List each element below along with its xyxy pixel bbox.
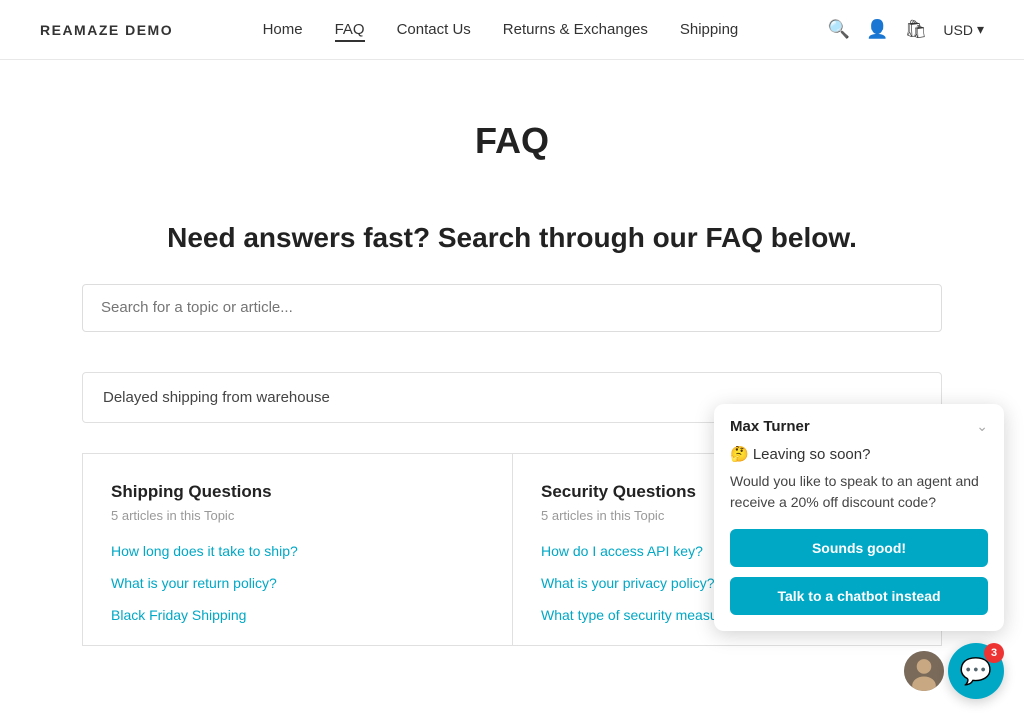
shipping-link-0[interactable]: How long does it take to ship? (111, 543, 298, 559)
chat-chatbot-button[interactable]: Talk to a chatbot instead (730, 577, 988, 615)
chat-popup: Max Turner ⌄ 🤔 Leaving so soon? Would yo… (714, 404, 1004, 631)
nav-contact[interactable]: Contact Us (397, 21, 471, 38)
nav-faq[interactable]: FAQ (335, 21, 365, 42)
shipping-topic-card: Shipping Questions 5 articles in this To… (82, 453, 512, 646)
faq-subtitle: Need answers fast? Search through our FA… (82, 222, 942, 254)
search-icon[interactable]: 🔍 (828, 19, 850, 40)
chat-message: Would you like to speak to an agent and … (730, 471, 988, 513)
chat-agent-name: Max Turner (730, 418, 810, 435)
chat-collapse-icon[interactable]: ⌄ (976, 418, 988, 435)
currency-selector[interactable]: USD ▾ (943, 21, 984, 38)
nav-links: Home FAQ Contact Us Returns & Exchanges … (263, 21, 739, 39)
page-title: FAQ (82, 120, 942, 162)
chat-fab-button[interactable]: 💬 3 (948, 643, 1004, 699)
nav-shipping[interactable]: Shipping (680, 21, 738, 38)
shipping-link-1[interactable]: What is your return policy? (111, 575, 277, 591)
shipping-topic-count: 5 articles in this Topic (111, 508, 484, 523)
search-wrapper (82, 284, 942, 332)
search-input[interactable] (101, 299, 923, 316)
nav-home[interactable]: Home (263, 21, 303, 38)
chat-leaving-text: 🤔 Leaving so soon? (730, 445, 988, 463)
chevron-down-icon: ▾ (977, 21, 984, 38)
nav-returns[interactable]: Returns & Exchanges (503, 21, 648, 38)
chat-notification-badge: 3 (984, 643, 1004, 663)
security-link-0[interactable]: How do I access API key? (541, 543, 703, 559)
shipping-link-2[interactable]: Black Friday Shipping (111, 607, 246, 623)
person-icon[interactable]: 👤 (866, 19, 888, 40)
chat-sounds-good-button[interactable]: Sounds good! (730, 529, 988, 567)
cart-icon[interactable]: 🛍 (905, 19, 928, 40)
brand-logo: REAMAZE DEMO (40, 22, 173, 38)
chat-widget: Max Turner ⌄ 🤔 Leaving so soon? Would yo… (714, 404, 1004, 699)
shipping-topic-links: How long does it take to ship? What is y… (111, 543, 484, 625)
chat-popup-body: 🤔 Leaving so soon? Would you like to spe… (714, 445, 1004, 631)
shipping-topic-title: Shipping Questions (111, 482, 484, 502)
navbar: REAMAZE DEMO Home FAQ Contact Us Returns… (0, 0, 1024, 60)
avatar (902, 649, 946, 693)
chat-popup-header: Max Turner ⌄ (714, 404, 1004, 445)
nav-right: 🔍 👤 🛍 USD ▾ (828, 19, 984, 40)
security-link-1[interactable]: What is your privacy policy? (541, 575, 715, 591)
